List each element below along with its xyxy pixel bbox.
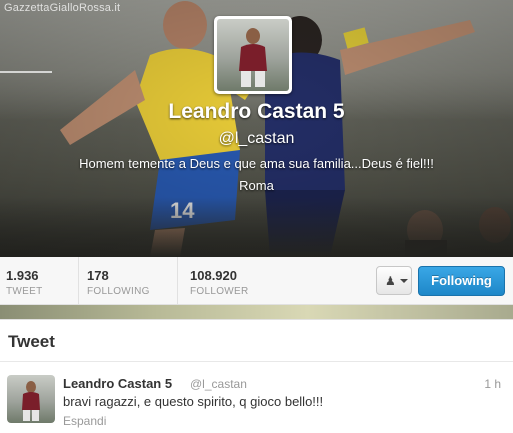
stat-following-value: 178 — [87, 268, 109, 283]
watermark-text: GazzettaGialloRossa.it — [4, 2, 121, 14]
banner-strip — [0, 305, 513, 319]
tweets-panel: Tweet Leandro Castan 5 @l_castan 1 h bra… — [0, 319, 513, 433]
stat-following[interactable]: 178 FOLLOWING — [78, 257, 177, 305]
tweet-avatar[interactable] — [7, 375, 55, 423]
profile-handle[interactable]: @l_castan — [0, 130, 513, 148]
tweet-author-handle[interactable]: @l_castan — [190, 377, 247, 391]
stat-followers-label: FOLLOWER — [190, 286, 249, 297]
profile-avatar[interactable] — [214, 16, 292, 94]
watermark-underline — [0, 71, 52, 73]
tweet-expand-link[interactable]: Espandi — [63, 414, 106, 428]
stat-followers-value: 108.920 — [190, 268, 237, 283]
user-actions-dropdown-button[interactable]: ♟ — [376, 266, 412, 295]
chevron-down-icon — [400, 279, 408, 283]
person-icon: ♟ — [385, 274, 396, 288]
tweet-text: bravi ragazzi, e questo spirito, q gioco… — [63, 394, 324, 409]
stat-following-label: FOLLOWING — [87, 286, 150, 297]
following-button[interactable]: Following — [418, 266, 505, 296]
tweet-timestamp[interactable]: 1 h — [484, 377, 501, 391]
tweets-heading: Tweet — [8, 332, 55, 351]
avatar-photo — [217, 19, 289, 91]
profile-location: Roma — [239, 178, 274, 193]
stat-tweets-value: 1.936 — [6, 268, 39, 283]
stat-tweets[interactable]: 1.936 TWEET — [0, 257, 78, 305]
stat-tweets-label: TWEET — [6, 286, 43, 297]
divider — [0, 361, 513, 362]
stat-followers[interactable]: 108.920 FOLLOWER — [177, 257, 287, 305]
tweet-author-name[interactable]: Leandro Castan 5 — [63, 376, 172, 391]
profile-bio: Homem temente a Deus e que ama sua famil… — [79, 156, 434, 171]
profile-header-banner: 14 GazzettaGialloRossa.it Leandro Castan… — [0, 0, 513, 257]
profile-name: Leandro Castan 5 — [168, 100, 345, 123]
